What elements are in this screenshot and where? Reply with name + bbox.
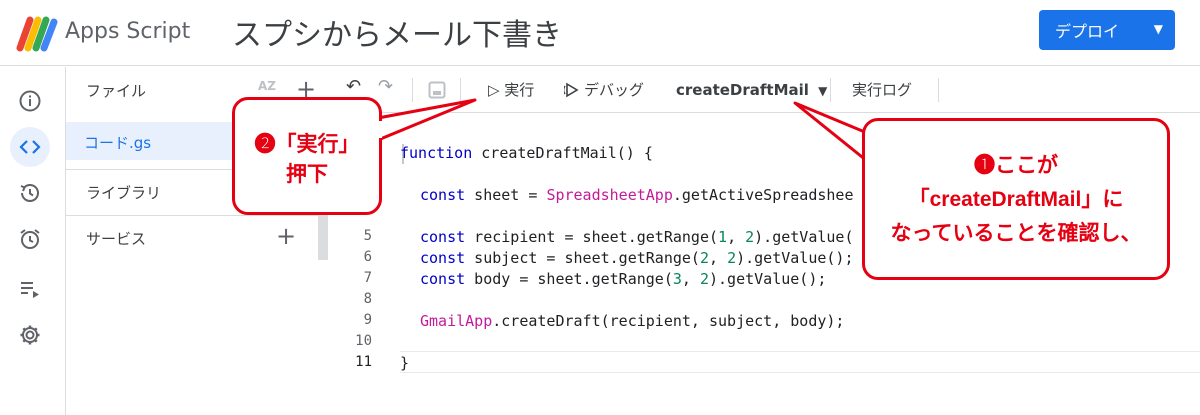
side-rail	[0, 67, 66, 415]
callout-run-line1: ❷「実行」	[254, 133, 360, 156]
line-number: 6	[363, 249, 372, 265]
code-icon[interactable]	[10, 127, 50, 167]
callout-check-line3: なっていることを確認し、	[890, 222, 1142, 245]
current-line-highlight	[400, 351, 1200, 373]
line-number: 10	[355, 333, 372, 349]
save-icon[interactable]	[428, 81, 446, 99]
callout-check-line2: 「createDraftMail」に	[908, 188, 1124, 211]
line-number: 9	[363, 312, 372, 328]
toolbar-divider	[830, 78, 831, 102]
services-section: サービス +	[66, 215, 318, 257]
line-number: 7	[363, 270, 372, 286]
app-header: Apps Script スプシからメール下書き デプロイ ▼	[0, 0, 1200, 66]
redo-icon[interactable]: ↷	[378, 76, 393, 97]
toolbar-divider	[412, 78, 413, 102]
execution-log-button[interactable]: 実行ログ	[852, 79, 912, 100]
code-line: const body = sheet.getRange(3, 2).getVal…	[420, 270, 827, 288]
files-title: ファイル	[86, 82, 147, 100]
deploy-label: デプロイ	[1055, 22, 1120, 41]
debug-button[interactable]: デバッグ	[584, 79, 644, 100]
deploy-button[interactable]: デプロイ ▼	[1039, 10, 1175, 50]
callout-check-line1: ❶ここが	[974, 154, 1058, 177]
code-line: function createDraftMail() {	[400, 144, 653, 162]
code-line: const recipient = sheet.getRange(1, 2).g…	[420, 228, 854, 246]
project-title[interactable]: スプシからメール下書き	[232, 10, 562, 54]
toolbar-divider	[938, 78, 939, 102]
executions-icon[interactable]	[10, 269, 50, 309]
callout-run: ❷「実行」 押下	[232, 97, 382, 215]
chevron-down-icon: ▼	[818, 84, 828, 98]
history-icon[interactable]	[10, 173, 50, 213]
code-line: }	[400, 354, 410, 372]
libraries-label: ライブラリ	[86, 184, 162, 202]
line-number: 5	[363, 228, 372, 244]
function-select[interactable]: createDraftMail ▼	[676, 81, 827, 99]
code-line: const sheet = SpreadsheetApp.getActiveSp…	[420, 186, 854, 204]
add-service-icon[interactable]: +	[276, 224, 296, 248]
callout-check-function: ❶ここが 「createDraftMail」に なっていることを確認し、	[862, 118, 1170, 280]
editor-toolbar: ↶ ↷ ▷ 実行 デバッグ createDraftMail ▼ 実行ログ	[328, 67, 1200, 113]
line-number: 8	[363, 291, 372, 307]
gear-icon[interactable]	[10, 315, 50, 355]
debug-icon	[564, 82, 579, 98]
undo-icon[interactable]: ↶	[346, 76, 361, 97]
chevron-down-icon: ▼	[1153, 22, 1163, 36]
toolbar-divider	[460, 78, 461, 102]
app-name: Apps Script	[65, 19, 191, 44]
code-line: const subject = sheet.getRange(2, 2).get…	[420, 249, 854, 267]
file-name: コード.gs	[84, 134, 152, 152]
function-name: createDraftMail	[676, 81, 809, 99]
callout-run-line2: 押下	[286, 163, 328, 186]
info-icon[interactable]	[10, 81, 50, 121]
apps-script-logo[interactable]	[16, 12, 58, 52]
sort-az-icon[interactable]: AZ	[258, 79, 276, 93]
code-line: GmailApp.createDraft(recipient, subject,…	[420, 312, 845, 330]
run-button[interactable]: ▷ 実行	[488, 79, 534, 100]
alarm-icon[interactable]	[10, 219, 50, 259]
services-label: サービス	[86, 230, 147, 248]
line-number: 11	[355, 354, 372, 370]
